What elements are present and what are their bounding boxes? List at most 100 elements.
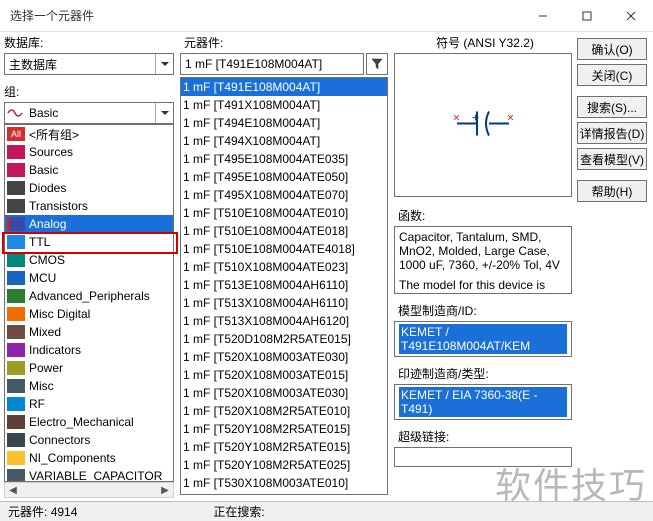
group-item[interactable]: RF bbox=[5, 395, 173, 413]
status-bar: 元器件: 4914 正在搜索: bbox=[0, 501, 653, 521]
help-button[interactable]: 帮助(H) bbox=[577, 180, 647, 202]
group-item-label: Advanced_Peripherals bbox=[29, 289, 150, 303]
status-searching: 正在搜索: bbox=[205, 503, 272, 520]
component-item[interactable]: 1 mF [T491E108M004AT] bbox=[181, 78, 387, 96]
group-item[interactable]: Sources bbox=[5, 143, 173, 161]
titlebar: 选择一个元器件 bbox=[0, 0, 653, 32]
group-item[interactable]: NI_Components bbox=[5, 449, 173, 467]
footprint-value: KEMET / EIA 7360-38(E - T491) bbox=[399, 387, 567, 417]
footprint-label: 印迹制造商/类型: bbox=[394, 363, 572, 384]
view-model-button[interactable]: 查看模型(V) bbox=[577, 148, 647, 170]
group-item-label: TTL bbox=[29, 235, 50, 249]
filter-icon bbox=[371, 58, 383, 70]
group-item[interactable]: Basic bbox=[5, 161, 173, 179]
group-item[interactable]: Misc bbox=[5, 377, 173, 395]
group-item[interactable]: All <所有组> bbox=[5, 125, 173, 143]
group-item-label: RF bbox=[29, 397, 45, 411]
component-combo[interactable]: 1 mF [T491E108M004AT] bbox=[180, 53, 364, 75]
diode-icon bbox=[7, 199, 25, 213]
group-item[interactable]: Misc Digital bbox=[5, 305, 173, 323]
footprint-listbox[interactable]: KEMET / EIA 7360-38(E - T491) bbox=[394, 384, 572, 420]
component-item[interactable]: 1 mF [T510X108M004ATE023] bbox=[181, 258, 387, 276]
mix-icon bbox=[7, 325, 25, 339]
rf-icon bbox=[7, 397, 25, 411]
component-item[interactable]: 1 mF [T530X108M003ATE010] bbox=[181, 474, 387, 492]
group-item[interactable]: Transistors bbox=[5, 197, 173, 215]
group-item-label: Mixed bbox=[29, 325, 61, 339]
component-item[interactable]: 1 mF [T520D108M2R5ATE015] bbox=[181, 330, 387, 348]
svg-text:×: × bbox=[453, 111, 460, 125]
model-mfr-listbox[interactable]: KEMET / T491E108M004AT/KEM bbox=[394, 321, 572, 357]
component-item[interactable]: 1 mF [T520Y108M2R5ATE025] bbox=[181, 456, 387, 474]
group-item[interactable]: MCU bbox=[5, 269, 173, 287]
group-item[interactable]: Power bbox=[5, 359, 173, 377]
component-item[interactable]: 1 mF [T510E108M004ATE018] bbox=[181, 222, 387, 240]
component-item[interactable]: 1 mF [T513X108M004AH6120] bbox=[181, 312, 387, 330]
group-item-label: Misc Digital bbox=[29, 307, 90, 321]
function-label: 函数: bbox=[394, 205, 572, 226]
hyperlink-field[interactable] bbox=[394, 447, 572, 467]
group-listbox[interactable]: All <所有组>Sources Basic DiodesTransistorsAna… bbox=[4, 124, 174, 482]
component-item[interactable]: 1 mF [T494X108M004AT] bbox=[181, 132, 387, 150]
pwr-icon bbox=[7, 361, 25, 375]
minimize-button[interactable] bbox=[521, 0, 565, 32]
group-item[interactable]: Advanced_Peripherals bbox=[5, 287, 173, 305]
window-title: 选择一个元器件 bbox=[0, 7, 521, 24]
group-hscroll[interactable]: ◀ ▶ bbox=[4, 482, 174, 498]
component-item[interactable]: 1 mF [T495E108M004ATE050] bbox=[181, 168, 387, 186]
component-item[interactable]: 1 mF [T495E108M004ATE035] bbox=[181, 150, 387, 168]
component-item[interactable]: 1 mF [T491X108M004AT] bbox=[181, 96, 387, 114]
component-item[interactable]: 1 mF [T510E108M004ATE4018] bbox=[181, 240, 387, 258]
conn-icon bbox=[7, 433, 25, 447]
function-textbox[interactable]: Capacitor, Tantalum, SMD, MnO2, Molded, … bbox=[394, 226, 572, 294]
component-item[interactable]: 1 mF [T494E108M004AT] bbox=[181, 114, 387, 132]
group-item[interactable]: CMOS bbox=[5, 251, 173, 269]
component-item[interactable]: 1 mF [T513X108M004AH6110] bbox=[181, 294, 387, 312]
component-label: 元器件: bbox=[180, 32, 390, 53]
scroll-right-icon[interactable]: ▶ bbox=[157, 483, 173, 497]
group-item[interactable]: VARIABLE_CAPACITOR bbox=[5, 467, 173, 482]
group-item[interactable]: Electro_Mechanical bbox=[5, 413, 173, 431]
hyperlink-label: 超级链接: bbox=[394, 426, 572, 447]
component-item[interactable]: 1 mF [T520X108M003ATE030] bbox=[181, 348, 387, 366]
group-item-label: Basic bbox=[29, 163, 58, 177]
group-item[interactable]: Mixed bbox=[5, 323, 173, 341]
ind-icon bbox=[7, 343, 25, 357]
group-item[interactable]: Diodes bbox=[5, 179, 173, 197]
search-button[interactable]: 搜索(S)... bbox=[577, 96, 647, 118]
group-item[interactable]: TTL bbox=[5, 233, 173, 251]
group-item-label: CMOS bbox=[29, 253, 65, 267]
symbol-preview: + × × bbox=[394, 53, 572, 197]
component-item[interactable]: 1 mF [T495X108M004ATE070] bbox=[181, 186, 387, 204]
component-item[interactable]: 1 mF [T513E108M004AH6110] bbox=[181, 276, 387, 294]
component-listbox[interactable]: 1 mF [T491E108M004AT]1 mF [T491X108M004A… bbox=[180, 77, 388, 495]
chevron-down-icon[interactable] bbox=[155, 103, 173, 123]
component-item[interactable]: 1 mF [T520X108M003ATE015] bbox=[181, 366, 387, 384]
detail-report-button[interactable]: 详情报告(D) bbox=[577, 122, 647, 144]
scroll-left-icon[interactable]: ◀ bbox=[5, 483, 21, 497]
group-item-label: Misc bbox=[29, 379, 54, 393]
group-item[interactable]: Connectors bbox=[5, 431, 173, 449]
group-combo[interactable]: Basic bbox=[4, 102, 174, 124]
ok-button[interactable]: 确认(O) bbox=[577, 38, 647, 60]
misc-icon bbox=[7, 469, 25, 482]
close-window-button[interactable] bbox=[609, 0, 653, 32]
maximize-button[interactable] bbox=[565, 0, 609, 32]
component-filter-button[interactable] bbox=[366, 53, 388, 75]
group-item-label: <所有组> bbox=[29, 126, 79, 143]
component-item[interactable]: 1 mF [T520Y108M2R5ATE015] bbox=[181, 420, 387, 438]
group-item-label: NI_Components bbox=[29, 451, 116, 465]
component-item[interactable]: 1 mF [T510E108M004ATE010] bbox=[181, 204, 387, 222]
close-button[interactable]: 关闭(C) bbox=[577, 64, 647, 86]
group-item-label: Connectors bbox=[29, 433, 90, 447]
chevron-down-icon[interactable] bbox=[155, 54, 173, 74]
component-item[interactable]: 1 mF [T520Y108M2R5ATE015] bbox=[181, 438, 387, 456]
component-item[interactable]: 1 mF [T520X108M2R5ATE010] bbox=[181, 402, 387, 420]
group-item[interactable]: Analog bbox=[5, 215, 173, 233]
group-item[interactable]: Indicators bbox=[5, 341, 173, 359]
cmos-icon bbox=[7, 253, 25, 267]
group-combo-value: Basic bbox=[25, 106, 155, 120]
database-combo[interactable]: 主数据库 bbox=[4, 53, 174, 75]
all-icon: All bbox=[7, 127, 25, 141]
component-item[interactable]: 1 mF [T520X108M003ATE030] bbox=[181, 384, 387, 402]
